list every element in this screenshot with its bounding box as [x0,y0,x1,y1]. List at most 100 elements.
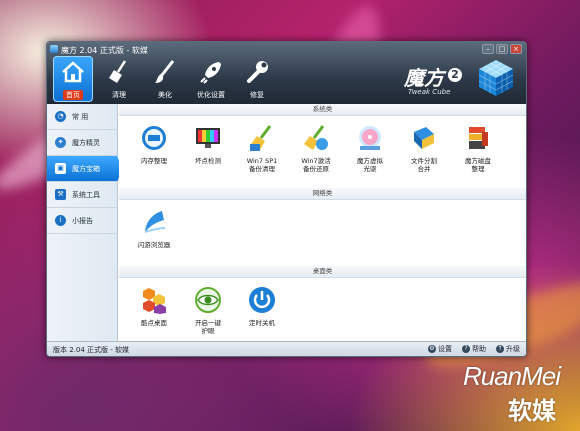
tool-label: 坏点检测 [195,157,221,165]
sidebar-item-label: 系统工具 [72,190,100,199]
sidebar-item-sprite[interactable]: ✦ 魔方精灵 [47,130,117,156]
sp1-clean-icon [250,125,272,151]
toolbar-label: 美化 [158,91,172,99]
tool-browser[interactable]: 闪游浏览器 [127,206,181,266]
section-header-network: 网络类 [119,188,526,200]
status-bar: 版本 2.04 正式版 - 软媒 ⚙ 设置 ? 帮助 ↑ 升级 [47,341,526,356]
sidebar: ◔ 常 用 ✦ 魔方精灵 ▣ 魔方宝箱 ⚒ 系统工具 i 小报告 [47,104,123,342]
tool-label: 闪游浏览器 [137,241,171,249]
section-header-desktop: 桌面类 [119,266,526,278]
tool-grid-network: 闪游浏览器 [119,200,526,266]
power-icon [249,287,275,313]
brush-icon [155,60,175,83]
gear-icon: ⚙ [428,345,436,353]
cube-logo-icon [478,60,514,96]
window-controls: – □ × [482,44,522,54]
tool-label: 定时关机 [249,319,275,327]
home-icon [62,61,84,83]
virtual-drive-icon [359,126,381,150]
sidebar-item-system-tools[interactable]: ⚒ 系统工具 [47,182,117,208]
minimize-button[interactable]: – [482,44,494,54]
sidebar-item-label: 魔方精灵 [72,138,100,147]
browser-icon [144,211,166,233]
tool-activation-backup[interactable]: Win7激活 备份还原 [289,122,343,188]
version-text: 版本 2.04 正式版 - 软媒 [53,346,130,354]
sidebar-item-treasure[interactable]: ▣ 魔方宝箱 [47,156,123,182]
tool-label: 魔方虚拟 光驱 [357,157,383,173]
update-label: 升级 [506,345,520,353]
settings-label: 设置 [438,345,452,353]
sidebar-item-report[interactable]: i 小报告 [47,208,117,234]
help-label: 帮助 [472,345,486,353]
watermark-en: RuanMei [462,361,561,391]
main-toolbar: 首页 清理 美化 优化设置 修复 [53,56,277,102]
app-icon [50,45,58,53]
sidebar-item-common[interactable]: ◔ 常 用 [47,104,117,130]
rocket-icon [200,62,221,84]
toolbar-label: 修复 [250,91,264,99]
clock-icon: ◔ [55,111,66,122]
help-button[interactable]: ? 帮助 [462,344,486,354]
disk-defrag-icon [469,127,488,149]
maximize-button[interactable]: □ [496,44,508,54]
tools-panel: 系统类 内存整理 坏点检测 Win7 SP1 备份清理 Win7激活 备份还原 … [119,104,526,342]
status-actions: ⚙ 设置 ? 帮助 ↑ 升级 [428,344,520,354]
toolbar-label: 清理 [112,91,126,99]
app-logo: 魔方 2 Tweak Cube [404,58,516,102]
watermark: RuanMei 软媒 [400,361,561,425]
toolbar-label: 优化设置 [197,91,225,99]
toolbar-clean[interactable]: 清理 [99,56,139,102]
tool-label: Win7 SP1 备份清理 [246,157,278,173]
treasure-icon: ▣ [55,163,66,174]
wrench-icon [247,61,268,83]
broom-icon [109,60,127,83]
tool-grid-desktop: 酷点桌面 开启一键 护眼 定时关机 [119,278,526,344]
section-header-system: 系统类 [119,104,526,116]
settings-button[interactable]: ⚙ 设置 [428,344,452,354]
eye-care-icon [195,287,221,313]
tool-eye-care[interactable]: 开启一键 护眼 [181,284,235,344]
help-icon: ? [462,345,470,353]
sidebar-item-label: 小报告 [72,216,93,225]
file-split-icon [414,127,434,149]
tool-label: Win7激活 备份还原 [301,157,331,173]
tools-icon: ⚒ [55,189,66,200]
update-button[interactable]: ↑ 升级 [496,344,520,354]
logo-number: 2 [448,68,462,82]
title-bar: 魔方 2.04 正式版 - 软媒 – □ × 首页 清理 美化 优化设置 修复 … [47,42,526,104]
toolbar-optimize[interactable]: 优化设置 [191,56,231,102]
tool-label: 内存整理 [141,157,167,165]
sidebar-item-label: 常 用 [72,112,89,121]
tool-timed-shutdown[interactable]: 定时关机 [235,284,289,344]
monitor-icon [196,128,220,148]
toolbar-home[interactable]: 首页 [53,56,93,102]
tool-disk-defrag[interactable]: 魔方磁盘 整理 [451,122,505,188]
tool-label: 文件分割 合并 [411,157,437,173]
tool-sp1-clean[interactable]: Win7 SP1 备份清理 [235,122,289,188]
tool-memory[interactable]: 内存整理 [127,122,181,188]
logo-text: 魔方 [404,66,444,90]
tool-cool-desktop[interactable]: 酷点桌面 [127,284,181,344]
update-icon: ↑ [496,345,504,353]
info-icon: i [55,215,66,226]
desktop-icon [143,288,166,314]
sidebar-item-label: 魔方宝箱 [72,164,100,173]
toolbar-repair[interactable]: 修复 [237,56,277,102]
tool-dead-pixel[interactable]: 坏点检测 [181,122,235,188]
app-window: 魔方 2.04 正式版 - 软媒 – □ × 首页 清理 美化 优化设置 修复 … [46,41,527,357]
tool-grid-system: 内存整理 坏点检测 Win7 SP1 备份清理 Win7激活 备份还原 魔方虚拟… [119,116,526,188]
memory-icon [142,126,166,150]
toolbar-beautify[interactable]: 美化 [145,56,185,102]
tool-label: 魔方磁盘 整理 [465,157,491,173]
toolbar-label: 首页 [63,90,83,100]
watermark-cn: 软媒 [508,397,556,425]
close-button[interactable]: × [510,44,522,54]
activation-icon [304,125,328,150]
tool-file-split[interactable]: 文件分割 合并 [397,122,451,188]
tool-label: 酷点桌面 [141,319,167,327]
tool-virtual-drive[interactable]: 魔方虚拟 光驱 [343,122,397,188]
tool-label: 开启一键 护眼 [195,319,221,335]
logo-subtitle: Tweak Cube [408,88,451,96]
sprite-icon: ✦ [55,137,66,148]
window-title: 魔方 2.04 正式版 - 软媒 [61,46,148,55]
